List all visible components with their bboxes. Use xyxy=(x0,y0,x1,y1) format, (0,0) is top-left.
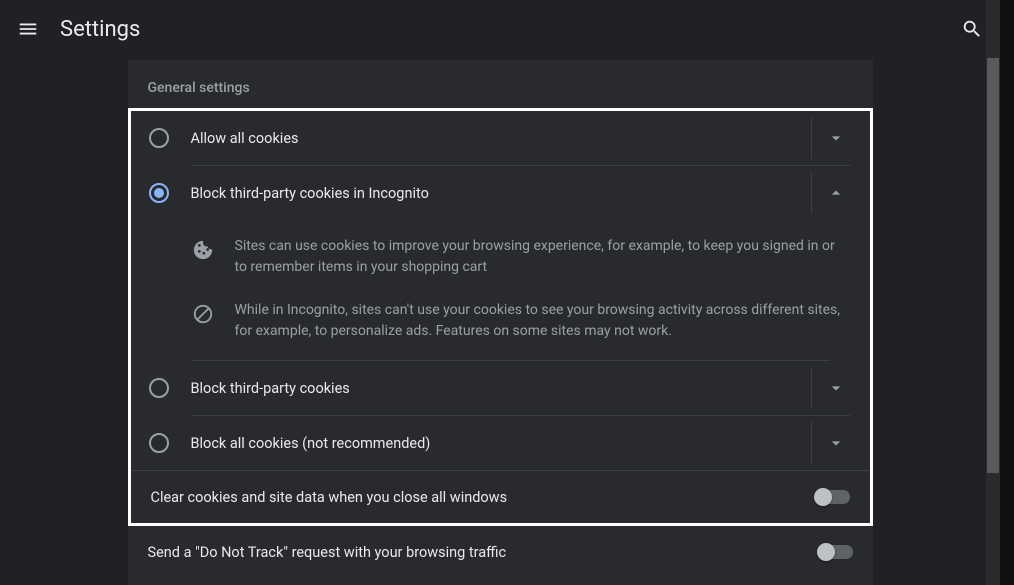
detail-text: Sites can use cookies to improve your br… xyxy=(235,236,850,278)
block-icon xyxy=(191,302,215,326)
scrollbar-thumb[interactable] xyxy=(987,58,999,473)
option-label: Block third-party cookies xyxy=(191,380,811,397)
option-label: Block all cookies (not recommended) xyxy=(191,435,811,452)
expand-button[interactable] xyxy=(811,117,860,159)
clear-on-close-toggle[interactable] xyxy=(816,490,850,504)
settings-panel: General settings Allow all cookies xyxy=(128,60,873,585)
collapse-button[interactable] xyxy=(811,172,860,214)
chevron-up-icon xyxy=(826,183,846,203)
option-block-all[interactable]: Block all cookies (not recommended) xyxy=(131,416,870,470)
option-block-third-party[interactable]: Block third-party cookies xyxy=(131,361,870,415)
radio-icon[interactable] xyxy=(149,378,169,398)
radio-icon[interactable] xyxy=(149,183,169,203)
cookie-options-group: Allow all cookies Block third-party cook… xyxy=(128,108,873,526)
toggle-label: Clear cookies and site data when you clo… xyxy=(151,489,816,506)
radio-dot xyxy=(154,188,164,198)
option-label: Allow all cookies xyxy=(191,130,811,147)
chevron-down-icon xyxy=(826,128,846,148)
do-not-track-row[interactable]: Send a "Do Not Track" request with your … xyxy=(128,526,873,578)
cookie-icon xyxy=(191,238,215,262)
radio-icon[interactable] xyxy=(149,128,169,148)
detail-item: Sites can use cookies to improve your br… xyxy=(191,220,850,284)
radio-icon[interactable] xyxy=(149,433,169,453)
section-header: General settings xyxy=(128,60,873,108)
expand-button[interactable] xyxy=(811,422,860,464)
toggle-label: Send a "Do Not Track" request with your … xyxy=(148,544,819,561)
search-icon[interactable] xyxy=(960,17,984,41)
page-title: Settings xyxy=(60,17,140,42)
toggle-knob xyxy=(814,488,832,506)
toggle-knob xyxy=(817,543,835,561)
menu-icon[interactable] xyxy=(16,17,40,41)
option-label: Block third-party cookies in Incognito xyxy=(191,185,811,202)
option-details: Sites can use cookies to improve your br… xyxy=(131,220,870,361)
option-allow-all[interactable]: Allow all cookies xyxy=(131,111,870,165)
scrollbar[interactable] xyxy=(986,0,1000,585)
chevron-down-icon xyxy=(826,433,846,453)
detail-item: While in Incognito, sites can't use your… xyxy=(191,284,850,342)
chevron-down-icon xyxy=(826,378,846,398)
detail-text: While in Incognito, sites can't use your… xyxy=(235,300,850,342)
do-not-track-toggle[interactable] xyxy=(819,545,853,559)
option-block-third-party-incognito[interactable]: Block third-party cookies in Incognito xyxy=(131,166,870,220)
clear-on-close-row[interactable]: Clear cookies and site data when you clo… xyxy=(131,471,870,523)
expand-button[interactable] xyxy=(811,367,860,409)
top-bar: Settings xyxy=(0,0,1000,58)
